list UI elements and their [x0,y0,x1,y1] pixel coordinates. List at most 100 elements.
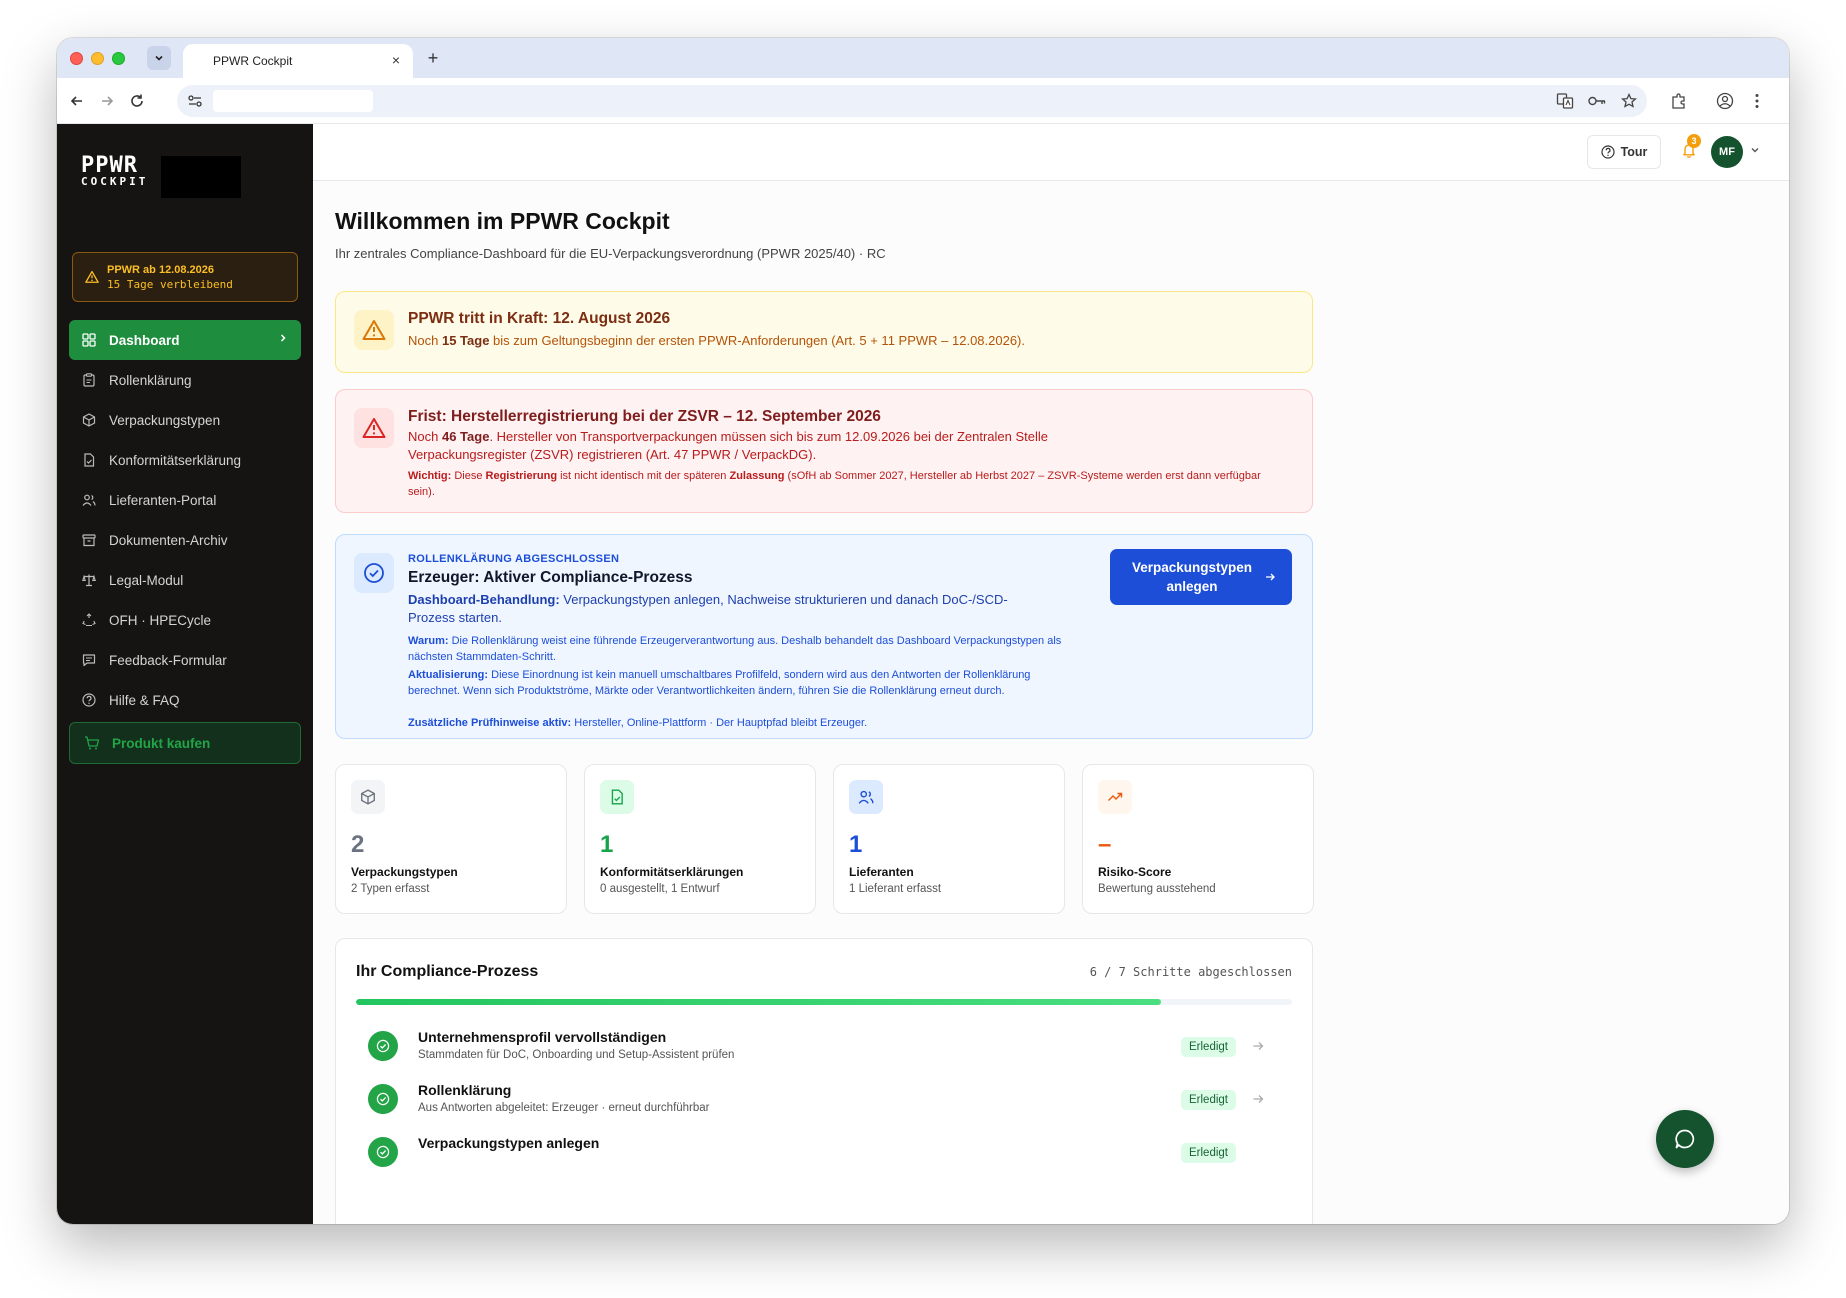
warning-triangle-icon [354,408,394,448]
arrow-right-icon [1265,572,1275,582]
sidebar-item-label: OFH · HPECycle [109,612,212,628]
ppwr-cockpit-logo[interactable]: PPWR COCKPIT [81,153,145,190]
user-avatar[interactable]: MF [1711,136,1743,168]
sidebar-item-lieferanten-portal[interactable]: Lieferanten-Portal [69,480,301,520]
process-step-verpackungstypen[interactable]: Verpackungstypen anlegen Erledigt [356,1129,1292,1179]
ppwr-countdown-banner: PPWR ab 12.08.2026 15 Tage verbleibend [72,252,298,302]
package-icon [351,780,385,814]
file-check-icon [81,452,97,468]
sidebar-item-feedback-formular[interactable]: Feedback-Formular [69,640,301,680]
sidebar-item-label: Feedback-Formular [109,652,227,668]
sidebar-nav: Dashboard Rollenklärung Verpackungstypen… [69,320,301,720]
stat-sub: Bewertung ausstehend [1098,883,1216,895]
buy-product-label: Produkt kaufen [112,735,211,751]
countdown-date: PPWR ab 12.08.2026 [107,263,215,276]
browser-toolbar [57,78,1789,124]
process-step-unternehmensprofil[interactable]: Unternehmensprofil vervollständigen Stam… [356,1023,1292,1073]
address-bar[interactable] [177,85,1647,117]
zsvr-deadline-alert: Frist: Herstellerregistrierung bei der Z… [335,389,1313,513]
step-description: Stammdaten für DoC, Onboarding und Setup… [418,1049,735,1061]
clipboard-icon [81,372,97,388]
profile-icon[interactable] [1713,89,1737,113]
stat-card-verpackungstypen[interactable]: 2 Verpackungstypen 2 Typen erfasst [335,764,567,914]
stat-card-konformitaetserklaerungen[interactable]: 1 Konformitätserklärungen 0 ausgestellt,… [584,764,816,914]
tour-button[interactable]: Tour [1587,135,1661,169]
role-title: Erzeuger: Aktiver Compliance-Prozess [408,569,693,586]
new-tab-button[interactable]: + [422,47,444,69]
sidebar-item-hilfe-faq[interactable]: Hilfe & FAQ [69,680,301,720]
arrow-right-icon [1252,1040,1264,1052]
chevron-down-icon [155,55,163,61]
sidebar-item-verpackungstypen[interactable]: Verpackungstypen [69,400,301,440]
warning-triangle-icon [354,310,394,350]
translate-icon[interactable] [1553,89,1577,113]
extensions-icon[interactable] [1667,89,1691,113]
sidebar-item-dashboard[interactable]: Dashboard [69,320,301,360]
step-description: Aus Antworten abgeleitet: Erzeuger · ern… [418,1102,710,1114]
sidebar-item-ofh-hpecycle[interactable]: OFH · HPECycle [69,600,301,640]
back-button[interactable] [65,89,89,113]
help-circle-icon [1600,145,1615,159]
step-title: Rollenklärung [418,1082,512,1098]
stat-value: 1 [849,831,863,858]
bookmark-star-icon[interactable] [1617,89,1641,113]
role-why-text: Warum: Die Rollenklärung weist eine führ… [408,635,1062,663]
cart-icon [84,736,100,750]
tab-search-button[interactable] [147,46,171,70]
countdown-days: 15 Tage verbleibend [107,277,233,291]
stat-label: Lieferanten [849,865,914,879]
sidebar-item-label: Konformitätserklärung [109,452,242,468]
stat-label: Konformitätserklärungen [600,865,744,879]
forward-button[interactable] [95,89,119,113]
chat-button[interactable] [1656,1110,1714,1168]
create-packaging-types-button[interactable]: Verpackungstypen anlegen [1110,549,1292,605]
sidebar-item-rollenklaerung[interactable]: Rollenklärung [69,360,301,400]
browser-menu-icon[interactable] [1745,89,1769,113]
step-title: Unternehmensprofil vervollständigen [418,1029,667,1045]
stat-card-lieferanten[interactable]: 1 Lieferanten 1 Lieferant erfasst [833,764,1065,914]
tab-close-icon[interactable]: × [387,51,405,69]
chevron-down-icon[interactable] [1749,144,1761,156]
notification-count-badge: 3 [1687,134,1701,148]
browser-tab[interactable]: PPWR Cockpit × [183,44,413,78]
role-status-label: ROLLENKLÄRUNG ABGESCHLOSSEN [408,553,620,565]
ppwr-effective-alert: PPWR tritt in Kraft: 12. August 2026 Noc… [335,291,1313,373]
process-step-rollenklaerung[interactable]: Rollenklärung Aus Antworten abgeleitet: … [356,1076,1292,1126]
logo-line-1: PPWR [81,153,138,178]
step-title: Verpackungstypen anlegen [418,1135,600,1151]
maximize-window-button[interactable] [112,52,125,65]
buy-product-button[interactable]: Produkt kaufen [69,722,301,764]
warning-triangle-icon [85,270,99,283]
role-extra-text: Zusätzliche Prüfhinweise aktiv: Herstell… [408,717,868,729]
stat-label: Verpackungstypen [351,865,458,879]
users-icon [849,780,883,814]
page-title: Willkommen im PPWR Cockpit [335,208,670,234]
sidebar-item-konformitaetserklaerung[interactable]: Konformitätserklärung [69,440,301,480]
grid-icon [81,332,97,348]
stat-card-risiko-score[interactable]: – Risiko-Score Bewertung ausstehend [1082,764,1314,914]
url-field[interactable] [213,90,373,112]
sidebar-item-label: Lieferanten-Portal [109,492,217,508]
page-subtitle: Ihr zentrales Compliance-Dashboard für d… [335,246,886,261]
sidebar-item-label: Dokumenten-Archiv [109,532,228,548]
status-badge: Erledigt [1181,1037,1236,1057]
close-window-button[interactable] [70,52,83,65]
role-update-text: Aktualisierung: Diese Einordnung ist kei… [408,669,1031,697]
stat-label: Risiko-Score [1098,865,1172,879]
stat-value: 1 [600,831,614,858]
users-icon [81,492,97,508]
help-icon [81,692,97,708]
password-key-icon[interactable] [1585,89,1609,113]
reload-button[interactable] [125,89,149,113]
status-badge: Erledigt [1181,1090,1236,1110]
role-clarification-card: ROLLENKLÄRUNG ABGESCHLOSSEN Erzeuger: Ak… [335,534,1313,739]
sidebar-item-dokumenten-archiv[interactable]: Dokumenten-Archiv [69,520,301,560]
package-icon [81,412,97,428]
sidebar-item-legal-modul[interactable]: Legal-Modul [69,560,301,600]
site-settings-icon[interactable] [185,92,205,110]
alert-title: Frist: Herstellerregistrierung bei der Z… [408,408,881,425]
minimize-window-button[interactable] [91,52,104,65]
sidebar-item-label: Rollenklärung [109,372,192,388]
main-content: Tour 3 MF Willkommen im PPWR Cockpit Ihr… [313,124,1789,1224]
process-progress-fill [356,999,1161,1005]
